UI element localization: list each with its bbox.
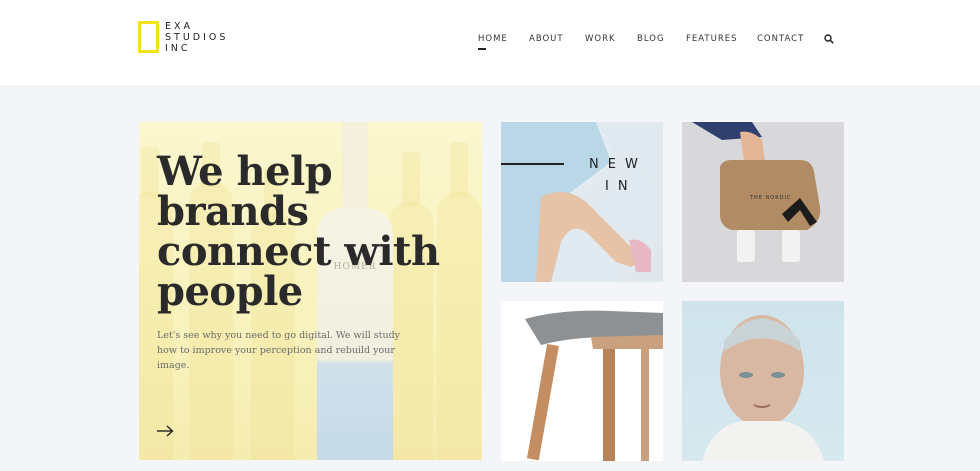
nav-item-blog[interactable]: BLOG <box>637 34 665 44</box>
site-header: EXA STUDIOS INC HOME ABOUT WORK BLOG FEA… <box>0 0 980 85</box>
tile-packaging[interactable]: THE NORDIC <box>682 122 844 282</box>
hero-title: We help brands connect with people <box>157 148 440 315</box>
portrait-photo <box>702 315 824 461</box>
nav-item-contact[interactable]: CONTACT <box>757 34 804 44</box>
arrow-right-icon[interactable] <box>157 425 174 437</box>
nav-item-features[interactable]: FEATURES <box>686 34 738 44</box>
new-in-photo <box>501 122 663 282</box>
tile-chair[interactable] <box>501 301 663 461</box>
chair-photo <box>525 310 663 461</box>
hero-subtitle: Let's see why you need to go digital. We… <box>157 330 401 371</box>
logo-line-1: EXA <box>165 21 194 32</box>
new-in-divider <box>501 163 564 165</box>
nav-item-home[interactable]: HOME <box>478 34 508 50</box>
tile-portrait[interactable] <box>682 301 844 461</box>
new-in-caption-2: IN <box>605 179 637 194</box>
packaging-photo <box>692 122 821 262</box>
new-in-caption-1: NEW <box>589 157 647 172</box>
hero-panel: HOMER We help brands connect with people… <box>139 122 482 460</box>
nav-item-about[interactable]: ABOUT <box>529 34 564 44</box>
tile-new-in[interactable]: NEW IN <box>501 122 663 282</box>
nav-item-work[interactable]: WORK <box>585 34 616 44</box>
search-icon[interactable] <box>824 34 834 44</box>
packaging-brand-text: THE NORDIC <box>750 195 792 201</box>
